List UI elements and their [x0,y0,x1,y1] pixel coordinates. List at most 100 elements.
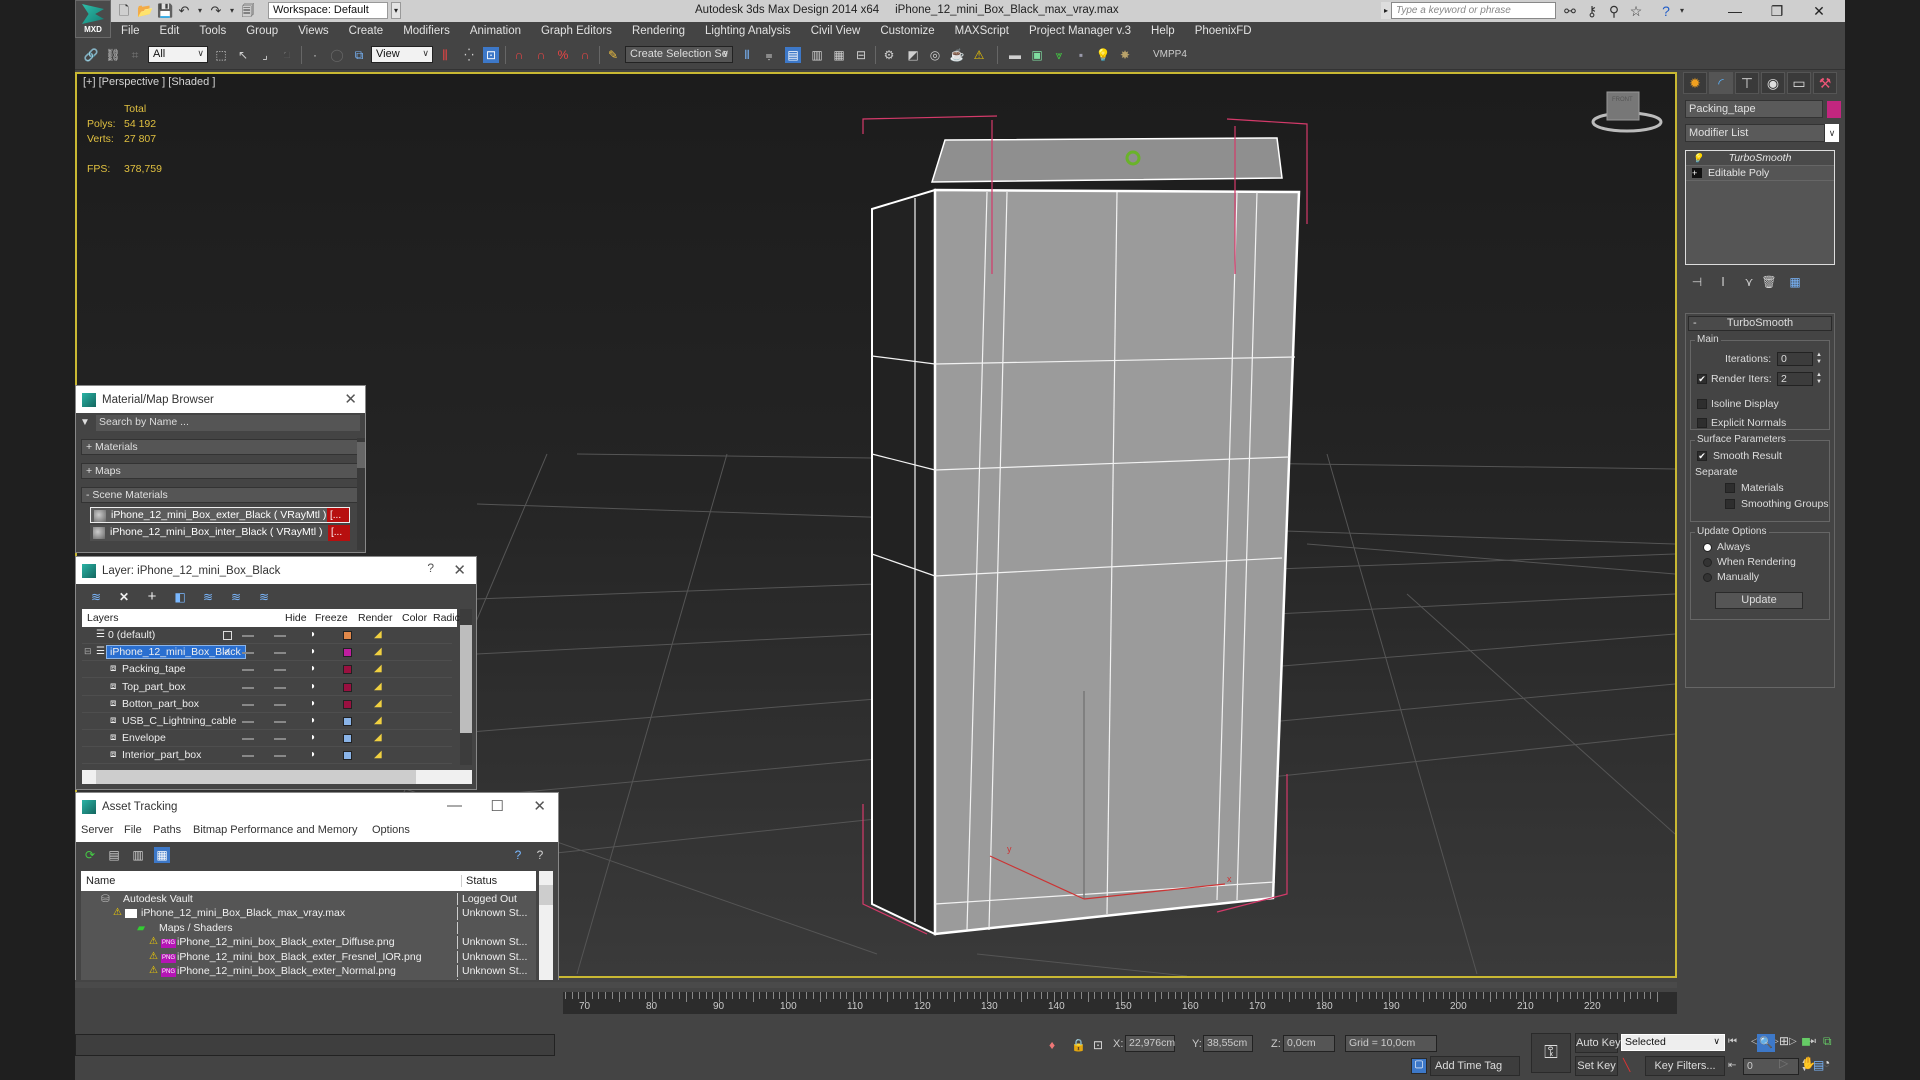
unlink-icon[interactable]: ⛓ [105,47,121,63]
layer-color-swatch[interactable] [343,734,352,744]
isoline-display-checkbox[interactable] [1697,399,1707,409]
freeze-toggle[interactable] [274,686,286,689]
selection-region-icon[interactable]: ⌟ [257,47,273,63]
radiosity-icon[interactable]: ◢ [374,715,382,726]
help-button[interactable]: ? [427,561,434,575]
binoculars-icon[interactable]: ⚯ [1561,2,1579,20]
vray-render-icon[interactable]: ▣ [1029,47,1045,63]
menu-graph-editors[interactable]: Graph Editors [531,25,622,37]
layer-name[interactable]: Interior_part_box [122,749,201,761]
restore-button[interactable]: ❐ [1757,0,1797,22]
column-hide[interactable]: Hide [285,612,307,624]
stack-item-editable-poly[interactable]: + Editable Poly [1686,166,1834,181]
infocenter-search-input[interactable]: Type a keyword or phrase [1391,2,1556,19]
window-title-bar[interactable]: Asset Tracking — ☐ ✕ [76,793,558,820]
menu-phoenixfd[interactable]: PhoenixFD [1185,25,1262,37]
hide-toggle[interactable] [242,738,254,741]
menu-help[interactable]: Help [1141,25,1185,37]
set-key-button[interactable]: Set Key [1575,1056,1618,1076]
material-editor-icon[interactable]: ◩ [905,47,921,63]
render-teapot-icon[interactable]: ◗ [310,715,316,726]
maxscript-listener-field[interactable] [75,1034,555,1056]
close-icon[interactable]: ✕ [344,390,357,408]
layer-row[interactable]: ☰ 0 (default) ◗ ◢ [82,627,452,644]
render-iters-checkbox[interactable]: ✔ [1697,374,1707,384]
curve-editor-icon[interactable]: ⊟ [853,47,869,63]
mirror-icon[interactable]: ⫴ [739,47,755,63]
layer-color-swatch[interactable] [343,717,352,726]
menu-options[interactable]: Options [372,824,410,836]
render-setup-icon[interactable]: ◎ [927,47,943,63]
menu-modifiers[interactable]: Modifiers [393,25,460,37]
radiosity-icon[interactable]: ◢ [374,629,382,640]
edit-named-selection-icon[interactable]: ✎ [605,47,621,63]
vray-frame-buffer-icon[interactable]: ▬ [1007,47,1023,63]
light-bulb-icon[interactable]: 💡 [1095,47,1111,63]
chevron-down-icon[interactable]: ∨ [1825,124,1839,142]
column-status[interactable]: Status [461,875,497,887]
render-teapot-icon[interactable]: ◗ [310,749,316,760]
freeze-toggle[interactable] [274,669,286,672]
add-to-layer-icon[interactable]: + [144,589,160,605]
x-coordinate-field[interactable]: 22,976cm [1125,1035,1175,1052]
utilities-tab-icon[interactable]: ⚒ [1813,72,1837,94]
layer-manager-icon[interactable]: ▥ [809,47,825,63]
close-icon[interactable]: ✕ [453,561,466,579]
orbit-icon[interactable]: ◔ [1823,1056,1830,1070]
menu-file[interactable]: File [124,824,142,836]
track-bar-ruler[interactable]: 70 80 90 100 110 120 130 140 150 160 170 180 190 200 2… [563,992,1677,1014]
select-by-name-icon[interactable]: ↖ [235,47,251,63]
named-selection-dropdown[interactable]: Create Selection Se ∨ [625,46,733,63]
delete-layer-icon[interactable]: ✕ [116,589,132,605]
key-filters-button[interactable]: Key Filters... [1645,1056,1725,1076]
menu-rendering[interactable]: Rendering [622,25,695,37]
spinner-arrows-icon[interactable]: ▲ ▼ [1815,372,1823,386]
layer-color-swatch[interactable] [343,665,352,675]
bind-space-warp-icon[interactable]: ⌗ [127,47,143,63]
column-color[interactable]: Color [402,612,427,624]
menu-create[interactable]: Create [339,25,394,37]
expand-icon[interactable]: + [1692,168,1702,178]
remove-modifier-icon[interactable]: 🗑 [1761,274,1777,290]
select-object-icon[interactable]: ⬚ [213,47,229,63]
column-render[interactable]: Render [358,612,392,624]
tree-view-icon[interactable]: ▥ [130,847,146,863]
selection-lock-icon[interactable]: 🔒 [1071,1038,1086,1052]
radiosity-icon[interactable]: ◢ [374,663,382,674]
stack-item-turbosmooth[interactable]: 💡 TurboSmooth [1686,151,1834,166]
redo-icon[interactable]: ↷ [209,4,223,18]
material-item[interactable]: iPhone_12_mini_Box_inter_Black ( VRayMtl… [90,525,350,541]
freeze-toggle[interactable] [274,635,286,637]
select-and-manipulate-icon[interactable]: ⁛ [461,47,477,63]
snaps-toggle-icon[interactable]: ∩ [511,47,527,63]
search-by-name-input[interactable]: Search by Name ... [96,415,360,431]
minimize-icon[interactable]: — [447,797,462,814]
when-rendering-radio[interactable] [1703,558,1712,567]
help-gray-icon[interactable]: ? [532,847,548,863]
column-radiosity[interactable]: Radic [433,612,460,624]
add-time-tag-button[interactable]: Add Time Tag [1430,1056,1520,1076]
y-coordinate-field[interactable]: 38,55cm [1203,1035,1253,1052]
pan-view-icon[interactable]: ✋ [1801,1056,1816,1070]
vray-fur-icon[interactable]: ✸ [1117,47,1133,63]
layer-name[interactable]: Botton_part_box [122,698,199,710]
material-item[interactable]: iPhone_12_mini_Box_exter_Black ( VRayMtl… [90,507,350,523]
render-iters-spinner[interactable]: 2 [1777,372,1813,386]
layer-color-swatch[interactable] [343,682,352,692]
layer-row[interactable]: ⧈ Packing_tape ◗ ◢ [82,661,452,679]
layer-row[interactable]: ⧈ Interior_part_box ◗ ◢ [82,747,452,765]
search-expand-icon[interactable]: ▸ [1381,2,1391,19]
z-coordinate-field[interactable]: 0,0cm [1283,1035,1335,1052]
align-icon[interactable]: ⩦ [761,47,777,63]
warning-icon[interactable]: ⚠ [971,47,987,63]
menu-group[interactable]: Group [236,25,288,37]
light-bulb-icon[interactable]: 💡 [1692,153,1703,163]
hierarchy-tab-icon[interactable]: ⊤ [1735,72,1759,94]
satellite-icon[interactable]: ⚲ [1605,2,1623,20]
menu-animation[interactable]: Animation [460,25,531,37]
select-objects-in-layer-icon[interactable]: ◧ [172,589,188,605]
menu-maxscript[interactable]: MAXScript [945,25,1019,37]
zoom-all-icon[interactable]: ⊞ [1779,1034,1789,1048]
show-end-result-icon[interactable]: Ⅰ [1715,274,1731,290]
iterations-spinner[interactable]: 0 [1777,352,1813,366]
